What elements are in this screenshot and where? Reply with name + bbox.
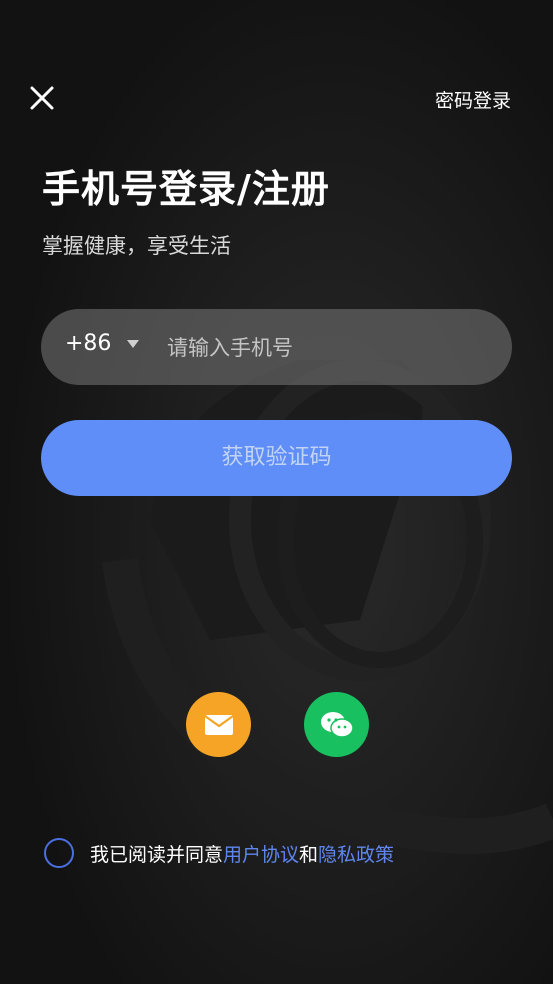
agreement-checkbox[interactable] xyxy=(44,838,74,868)
country-code-selector[interactable]: +86 xyxy=(65,331,140,356)
password-login-link[interactable]: 密码登录 xyxy=(435,86,511,113)
mail-icon xyxy=(203,714,234,735)
close-button[interactable] xyxy=(26,82,58,114)
country-code-label: +86 xyxy=(65,331,112,356)
privacy-policy-link[interactable]: 隐私政策 xyxy=(318,840,394,867)
page-subtitle: 掌握健康，享受生活 xyxy=(42,234,231,258)
mail-login-button[interactable] xyxy=(186,692,251,757)
page-title: 手机号登录/注册 xyxy=(42,167,330,211)
phone-input-row: +86 xyxy=(41,309,512,385)
chevron-down-icon xyxy=(127,339,140,348)
agreement-and: 和 xyxy=(299,843,319,866)
get-code-button[interactable]: 获取验证码 xyxy=(41,420,512,496)
wechat-icon xyxy=(320,711,354,738)
user-agreement-link[interactable]: 用户协议 xyxy=(223,840,299,867)
wechat-login-button[interactable] xyxy=(304,692,369,757)
agreement-row: 我已阅读并同意 用户协议 和 隐私政策 xyxy=(44,838,394,868)
agreement-prefix: 我已阅读并同意 xyxy=(90,843,224,866)
phone-input[interactable] xyxy=(165,323,489,373)
close-icon xyxy=(30,86,54,110)
